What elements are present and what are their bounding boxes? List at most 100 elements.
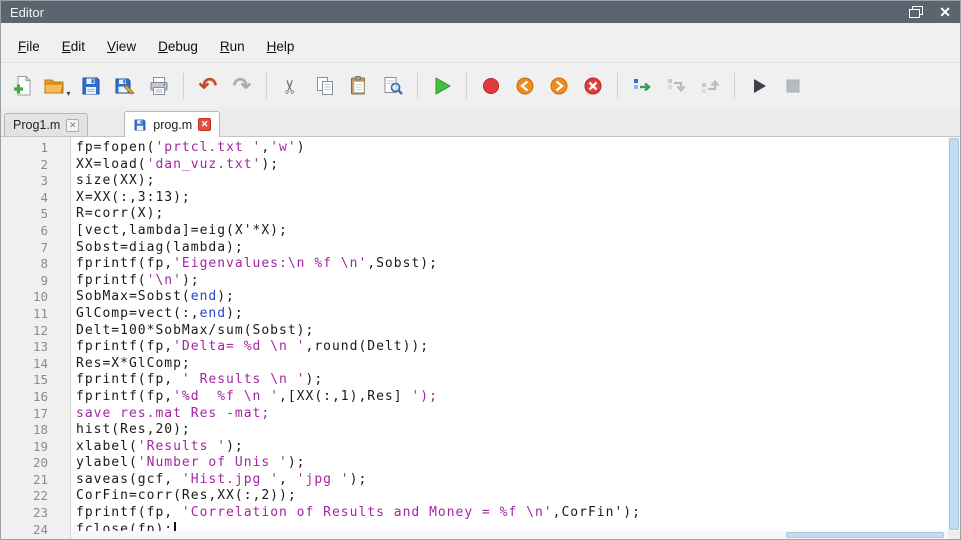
line-number: 22 — [1, 488, 70, 505]
code-line[interactable]: XX=load('dan_vuz.txt'); — [76, 157, 960, 174]
undo-button[interactable]: ↶ — [192, 70, 224, 102]
code-line[interactable]: SobMax=Sobst(end); — [76, 289, 960, 306]
code-line[interactable]: fprintf(fp,'%d %f \n ',[XX(:,1),Res] '); — [76, 389, 960, 406]
step-in-button[interactable] — [660, 70, 692, 102]
code-line[interactable]: fprintf(fp,'Delta= %d \n ',round(Delt)); — [76, 339, 960, 356]
line-number: 14 — [1, 356, 70, 373]
run-icon — [431, 75, 453, 97]
code-line[interactable]: saveas(gcf, 'Hist.jpg ', 'jpg '); — [76, 472, 960, 489]
continue-icon — [748, 75, 770, 97]
toggle-breakpoint-icon — [480, 75, 502, 97]
tab-prog1[interactable]: Prog1.m ✕ — [4, 113, 88, 136]
run-button[interactable] — [426, 70, 458, 102]
code-line[interactable]: Res=X*GlComp; — [76, 356, 960, 373]
tab-prog[interactable]: prog.m ✕ — [124, 111, 220, 137]
code-line[interactable]: R=corr(X); — [76, 206, 960, 223]
code-line[interactable]: fprintf('\n'); — [76, 273, 960, 290]
menu-item-run[interactable]: Run — [209, 36, 256, 57]
code-line[interactable]: CorFin=corr(Res,XX(:,2)); — [76, 488, 960, 505]
line-number: 1 — [1, 140, 70, 157]
scrollbar-corner — [948, 531, 960, 539]
step-in-icon — [665, 75, 687, 97]
editor-code-area[interactable]: fp=fopen('prtcl.txt ','w')XX=load('dan_v… — [71, 137, 960, 539]
tab-bar: Prog1.m ✕ prog.m ✕ — [1, 109, 960, 137]
editor-pane: 123456789101112131415161718192021222324 … — [1, 137, 960, 539]
menu-item-help[interactable]: Help — [256, 36, 306, 57]
tab-close-icon[interactable]: ✕ — [66, 119, 79, 132]
code-line[interactable]: X=XX(:,3:13); — [76, 190, 960, 207]
horizontal-scrollbar-thumb[interactable] — [786, 532, 944, 538]
line-number: 19 — [1, 439, 70, 456]
line-number: 18 — [1, 422, 70, 439]
code-line[interactable]: fprintf(fp, ' Results \n '); — [76, 372, 960, 389]
undock-icon[interactable] — [909, 6, 923, 19]
cut-button[interactable]: ✂ — [275, 70, 307, 102]
step-button[interactable] — [626, 70, 658, 102]
tab-close-icon[interactable]: ✕ — [198, 118, 211, 131]
line-number: 15 — [1, 372, 70, 389]
new-script-button[interactable] — [7, 70, 39, 102]
continue-button[interactable] — [743, 70, 775, 102]
line-number: 3 — [1, 173, 70, 190]
line-number-gutter: 123456789101112131415161718192021222324 — [1, 137, 71, 539]
previous-breakpoint-button[interactable] — [509, 70, 541, 102]
menu-item-debug[interactable]: Debug — [147, 36, 209, 57]
stop-icon — [782, 75, 804, 97]
line-number: 6 — [1, 223, 70, 240]
find-icon — [382, 75, 404, 97]
copy-button[interactable] — [309, 70, 341, 102]
find-button[interactable] — [377, 70, 409, 102]
line-number: 12 — [1, 323, 70, 340]
code-line[interactable]: size(XX); — [76, 173, 960, 190]
print-button[interactable] — [143, 70, 175, 102]
code-line[interactable]: fp=fopen('prtcl.txt ','w') — [76, 140, 960, 157]
redo-button[interactable]: ↷ — [226, 70, 258, 102]
code-line[interactable]: [vect,lambda]=eig(X'*X); — [76, 223, 960, 240]
code-line[interactable]: save res.mat Res -mat; — [76, 406, 960, 423]
line-number: 9 — [1, 273, 70, 290]
paste-button[interactable] — [343, 70, 375, 102]
toolbar-separator — [417, 73, 418, 99]
toolbar-separator — [617, 73, 618, 99]
toggle-breakpoint-button[interactable] — [475, 70, 507, 102]
code-line[interactable]: fprintf(fp, 'Correlation of Results and … — [76, 505, 960, 522]
line-number: 10 — [1, 289, 70, 306]
step-out-icon — [699, 75, 721, 97]
code-line[interactable]: xlabel('Results '); — [76, 439, 960, 456]
editor-window: Editor ✕ FileEditViewDebugRunHelp — [0, 0, 961, 540]
vertical-scrollbar-thumb[interactable] — [949, 138, 959, 530]
open-file-button[interactable]: ▾ — [41, 70, 73, 102]
code-line[interactable]: hist(Res,20); — [76, 422, 960, 439]
toolbar: ▾ — [1, 63, 960, 109]
save-file-button[interactable] — [75, 70, 107, 102]
save-file-as-button[interactable] — [109, 70, 141, 102]
window-title: Editor — [10, 5, 44, 20]
vertical-scrollbar[interactable] — [948, 137, 960, 531]
menu-item-file[interactable]: File — [7, 36, 51, 57]
menu-item-edit[interactable]: Edit — [51, 36, 96, 57]
line-number: 16 — [1, 389, 70, 406]
toolbar-separator — [466, 73, 467, 99]
open-dropdown-icon[interactable]: ▾ — [66, 89, 70, 102]
line-number: 23 — [1, 505, 70, 522]
previous-breakpoint-icon — [514, 75, 536, 97]
next-breakpoint-button[interactable] — [543, 70, 575, 102]
code-line[interactable]: ylabel('Number of Unis '); — [76, 455, 960, 472]
close-icon[interactable]: ✕ — [939, 5, 951, 19]
remove-breakpoints-button[interactable] — [577, 70, 609, 102]
code-line[interactable]: Sobst=diag(lambda); — [76, 240, 960, 257]
print-icon — [148, 75, 170, 97]
stop-button[interactable] — [777, 70, 809, 102]
toolbar-separator — [734, 73, 735, 99]
step-out-button[interactable] — [694, 70, 726, 102]
menu-item-view[interactable]: View — [96, 36, 147, 57]
undo-icon: ↶ — [199, 75, 217, 97]
code-line[interactable]: fprintf(fp,'Eigenvalues:\n %f \n',Sobst)… — [76, 256, 960, 273]
code-line[interactable]: GlComp=vect(:,end); — [76, 306, 960, 323]
cut-icon: ✂ — [281, 78, 300, 94]
code-line[interactable]: Delt=100*SobMax/sum(Sobst); — [76, 323, 960, 340]
open-file-icon — [43, 75, 65, 97]
line-number: 4 — [1, 190, 70, 207]
horizontal-scrollbar[interactable] — [71, 531, 948, 539]
paste-icon — [348, 75, 370, 97]
